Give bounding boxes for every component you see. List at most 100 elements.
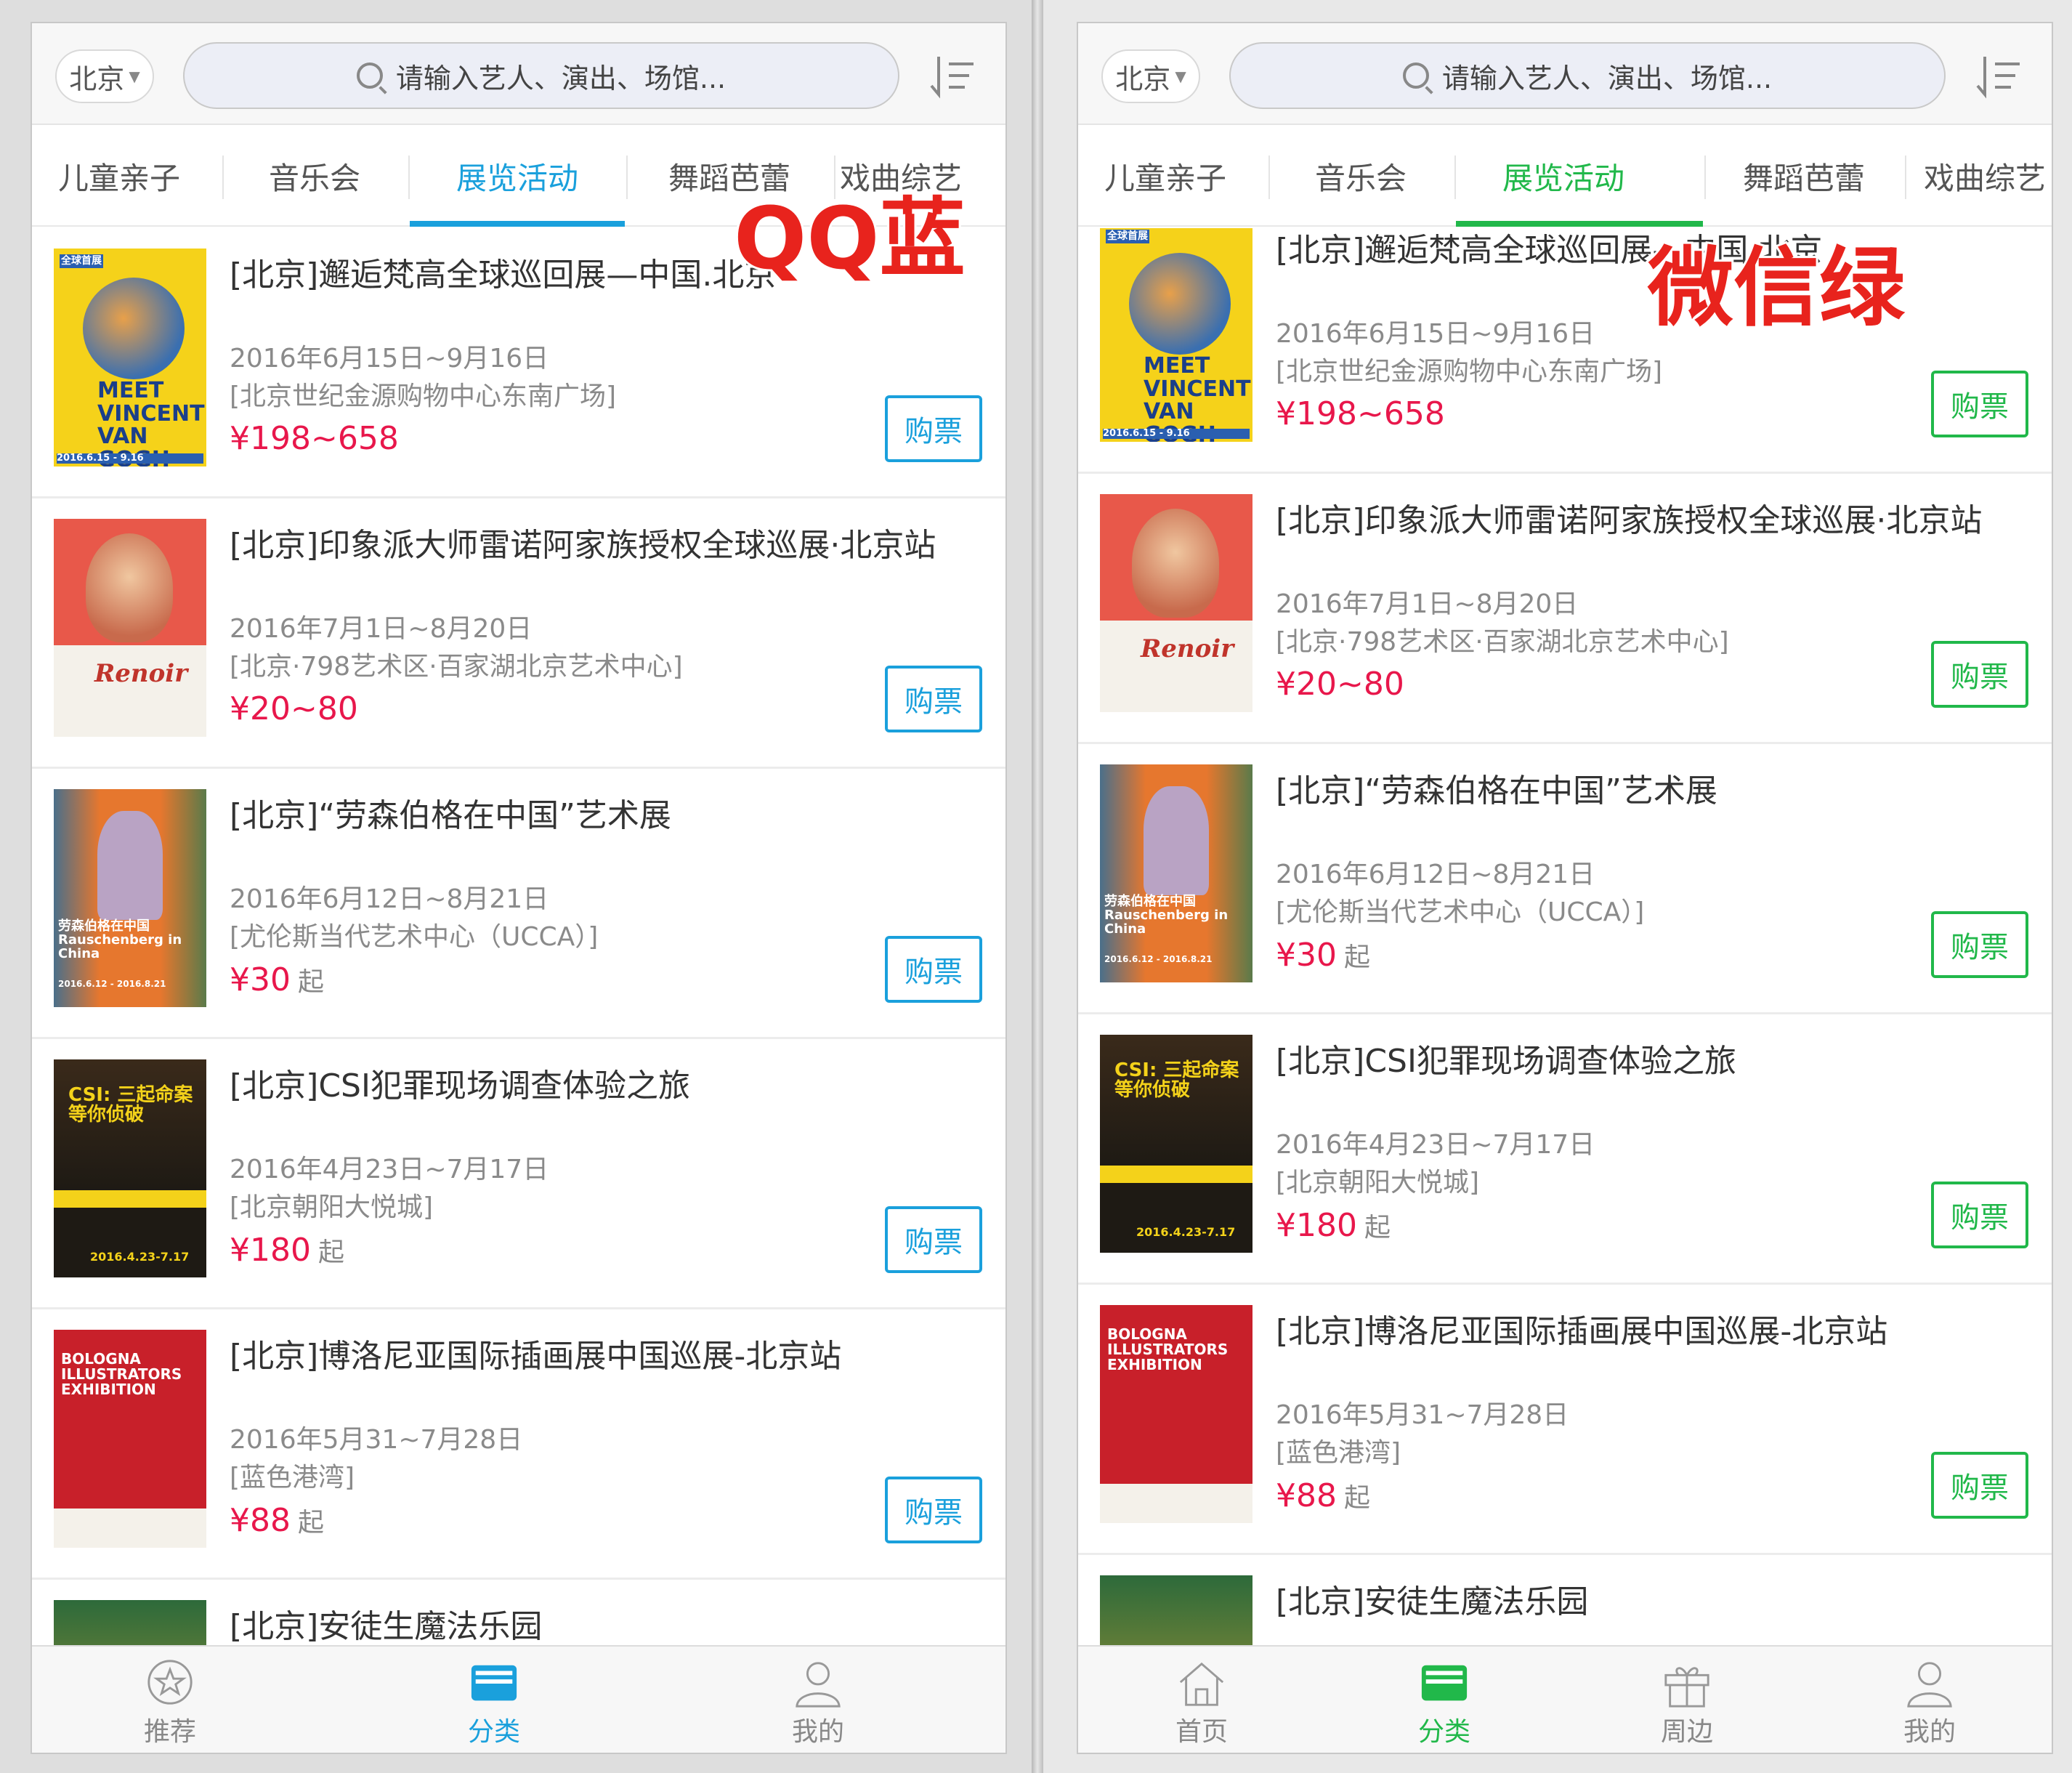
tab-opera[interactable]: 戏曲综艺 [1924,125,2052,227]
event-title: [北京]安徒生魔法乐园 [1276,1583,1589,1620]
event-venue: [尤伦斯当代艺术中心（UCCA）] [230,922,599,952]
active-tab-indicator [410,221,625,227]
tray-icon [1421,1665,1468,1701]
window-divider [1032,0,1043,1773]
list-item[interactable]: BOLOGNA ILLUSTRATORS EXHIBITION [北京]博洛尼亚… [1078,1285,2052,1555]
nav-mine[interactable]: 我的 [1871,1658,1988,1748]
home-icon [1179,1662,1224,1706]
event-title: [北京]博洛尼亚国际插画展中国巡展-北京站 [1276,1313,1888,1350]
city-selector[interactable]: 北京 ▼ [1101,49,1200,103]
event-price: ¥180 起 [230,1232,344,1269]
list-item[interactable]: CSI: 三起命案 等你侦破 2016.4.23-7.17 [北京]CSI犯罪现… [1078,1014,2052,1285]
caret-down-icon: ▼ [129,68,140,85]
list-item[interactable]: 全球首展 MEET VINCENT VAN GOGH 2016.6.15 - 9… [1078,228,2052,474]
buy-ticket-button[interactable]: 购票 [885,1206,982,1273]
list-item[interactable]: Renoir [北京]印象派大师雷诺阿家族授权全球巡展·北京站 2016年7月1… [1078,474,2052,744]
event-title: [北京]印象派大师雷诺阿家族授权全球巡展·北京站 [230,527,936,564]
event-venue: [北京世纪金源购物中心东南广场] [230,381,617,411]
list-item[interactable]: CSI: 三起命案 等你侦破 2016.4.23-7.17 [北京]CSI犯罪现… [32,1039,1005,1309]
event-poster: BOLOGNA ILLUSTRATORS EXHIBITION [54,1330,206,1548]
buy-ticket-button[interactable]: 购票 [885,666,982,732]
event-title: [北京]CSI犯罪现场调查体验之旅 [230,1067,690,1104]
nav-label: 推荐 [143,1717,196,1747]
event-list: 全球首展 MEET VINCENT VAN GOGH 2016.6.15 - 9… [1078,228,2052,1645]
event-price: ¥198~658 [230,420,399,457]
list-item[interactable]: Renoir [北京]印象派大师雷诺阿家族授权全球巡展·北京站 2016年7月1… [32,498,1005,769]
event-venue: [尤伦斯当代艺术中心（UCCA）] [1276,897,1645,927]
user-icon [1907,1662,1952,1708]
nav-label: 我的 [1903,1717,1956,1747]
nav-category[interactable]: 分类 [436,1658,552,1748]
event-price: ¥88 起 [230,1502,324,1539]
nav-category[interactable]: 分类 [1386,1658,1502,1748]
nav-label: 分类 [1417,1717,1470,1747]
search-input[interactable]: 请输入艺人、演出、场馆... [1229,42,1946,109]
search-header: 北京 ▼ 请输入艺人、演出、场馆... [32,23,1005,125]
tab-children[interactable]: 儿童亲子 [32,125,206,227]
tab-exhibition[interactable]: 展览活动 [410,125,625,227]
nav-label: 周边 [1660,1717,1713,1747]
list-item[interactable]: [北京]安徒生魔法乐园 [1078,1555,2052,1645]
city-selector[interactable]: 北京 ▼ [55,49,154,103]
event-price: ¥30 起 [1276,937,1370,974]
user-icon [796,1662,841,1708]
nav-mine[interactable]: 我的 [760,1658,876,1748]
list-item[interactable]: BOLOGNA ILLUSTRATORS EXHIBITION [北京]博洛尼亚… [32,1309,1005,1580]
event-venue: [北京朝阳大悦城] [1276,1168,1480,1198]
nav-nearby[interactable]: 周边 [1629,1658,1745,1748]
event-date: 2016年7月1日~8月20日 [1276,589,1579,619]
event-title: [北京]印象派大师雷诺阿家族授权全球巡展·北京站 [1276,502,1983,539]
scrolled-list-content: 全球首展 MEET VINCENT VAN GOGH 2016.6.15 - 9… [1078,228,2052,1645]
nav-home[interactable]: 首页 [1144,1658,1260,1748]
event-price: ¥20~80 [1276,666,1404,703]
event-date: 2016年4月23日~7月17日 [1276,1130,1595,1160]
tab-concert[interactable]: 音乐会 [1270,125,1452,227]
event-venue: [蓝色港湾] [1276,1438,1401,1468]
event-title: [北京]邂逅梵高全球巡回展—中国.北京 [230,257,777,294]
event-poster: CSI: 三起命案 等你侦破 2016.4.23-7.17 [54,1059,206,1277]
list-item[interactable]: 劳森伯格在中国 Rauschenberg in China 2016.6.12 … [32,769,1005,1039]
event-poster: 全球首展 MEET VINCENT VAN GOGH 2016.6.15 - 9… [1100,228,1252,442]
event-poster: 全球首展 MEET VINCENT VAN GOGH 2016.6.15 - 9… [54,249,206,467]
event-venue: [北京·798艺术区·百家湖北京艺术中心] [1276,627,1729,657]
gift-icon [1664,1667,1709,1708]
buy-ticket-button[interactable]: 购票 [885,936,982,1003]
sort-icon[interactable] [1975,52,2023,99]
wechat-green-caption: 微信绿 [1646,235,1907,340]
buy-ticket-button[interactable]: 购票 [1931,1182,2028,1248]
event-poster [54,1600,206,1645]
event-price: ¥88 起 [1276,1477,1370,1514]
tab-children[interactable]: 儿童亲子 [1078,125,1252,227]
buy-ticket-button[interactable]: 购票 [1931,911,2028,978]
star-circle-icon [147,1660,193,1705]
buy-ticket-button[interactable]: 购票 [885,1477,982,1543]
event-list: 全球首展 MEET VINCENT VAN GOGH 2016.6.15 - 9… [32,228,1005,1645]
sort-icon[interactable] [928,52,976,99]
nav-label: 分类 [467,1717,520,1747]
nav-recommend[interactable]: 推荐 [112,1658,228,1748]
event-date: 2016年7月1日~8月20日 [230,614,533,644]
buy-ticket-button[interactable]: 购票 [1931,371,2028,437]
tab-concert[interactable]: 音乐会 [224,125,405,227]
list-item[interactable]: [北京]安徒生魔法乐园 [32,1580,1005,1645]
search-icon [356,62,383,89]
list-item[interactable]: 劳森伯格在中国 Rauschenberg in China 2016.6.12 … [1078,744,2052,1014]
event-venue: [蓝色港湾] [230,1463,355,1493]
event-date: 2016年6月12日~8月21日 [230,884,549,914]
buy-ticket-button[interactable]: 购票 [1931,1452,2028,1519]
nav-label: 首页 [1175,1717,1228,1747]
buy-ticket-button[interactable]: 购票 [885,395,982,462]
nav-label: 我的 [791,1717,844,1747]
event-price: ¥180 起 [1276,1207,1391,1244]
buy-ticket-button[interactable]: 购票 [1931,641,2028,708]
search-input[interactable]: 请输入艺人、演出、场馆... [183,42,899,109]
tab-dance[interactable]: 舞蹈芭蕾 [1706,125,1902,227]
event-venue: [北京·798艺术区·百家湖北京艺术中心] [230,652,683,682]
event-title: [北京]“劳森伯格在中国”艺术展 [230,797,671,834]
tab-exhibition[interactable]: 展览活动 [1456,125,1671,227]
search-header: 北京 ▼ 请输入艺人、演出、场馆... [1078,23,2052,125]
event-price: ¥198~658 [1276,395,1445,432]
event-title: [北京]博洛尼亚国际插画展中国巡展-北京站 [230,1338,842,1375]
event-poster: 劳森伯格在中国 Rauschenberg in China 2016.6.12 … [54,789,206,1007]
event-price: ¥20~80 [230,690,358,727]
